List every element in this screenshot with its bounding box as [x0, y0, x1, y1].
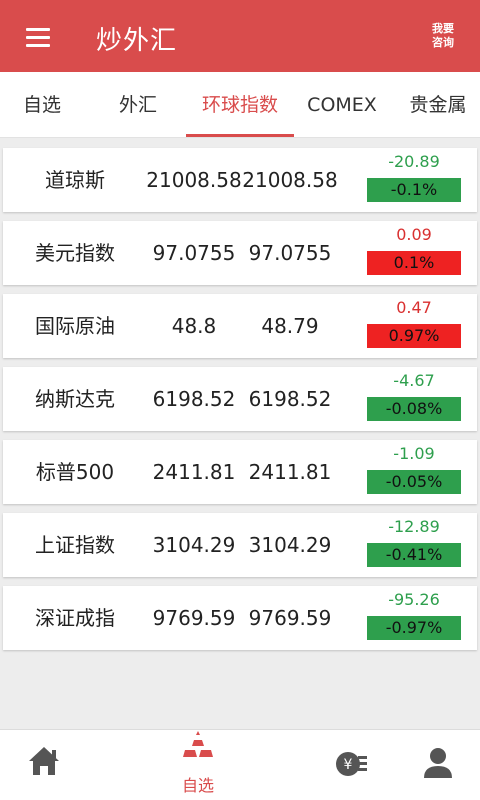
table-row[interactable]: 标普500 2411.81 2411.81 -1.09 -0.05%: [3, 440, 477, 504]
row-price-1: 3104.29: [152, 533, 236, 557]
table-row[interactable]: 纳斯达克 6198.52 6198.52 -4.67 -0.08%: [3, 367, 477, 431]
tab-bar: 自选 外汇 环球指数 COMEX 贵金属: [0, 72, 480, 138]
tab-active-indicator: [186, 134, 294, 137]
gold-bars-icon: [183, 731, 213, 757]
row-price-2: 2411.81: [248, 460, 332, 484]
consult-button[interactable]: 我要 咨询: [428, 22, 458, 50]
app-header: 炒外汇 我要 咨询: [0, 0, 480, 72]
svg-text:¥: ¥: [344, 757, 353, 773]
row-change: 0.09: [396, 225, 432, 244]
tab-forex[interactable]: 外汇: [100, 72, 176, 138]
row-percent-badge: -0.97%: [367, 616, 461, 640]
page-title: 炒外汇: [96, 26, 178, 56]
row-change: -4.67: [393, 371, 435, 390]
row-percent-badge: 0.1%: [367, 251, 461, 275]
home-icon: [29, 747, 59, 775]
row-percent-badge: 0.97%: [367, 324, 461, 348]
row-percent-badge: -0.05%: [367, 470, 461, 494]
table-row[interactable]: 道琼斯 21008.58 21008.58 -20.89 -0.1%: [3, 148, 477, 212]
bottom-nav: 自选 ¥: [0, 729, 480, 800]
row-change: -1.09: [393, 444, 435, 463]
table-row[interactable]: 美元指数 97.0755 97.0755 0.09 0.1%: [3, 221, 477, 285]
nav-home[interactable]: [16, 730, 72, 800]
user-icon: [424, 748, 452, 778]
row-price-2: 9769.59: [248, 606, 332, 630]
row-name: 纳斯达克: [35, 387, 115, 411]
row-price-2: 97.0755: [248, 241, 332, 265]
row-percent-badge: -0.08%: [367, 397, 461, 421]
nav-profile[interactable]: [410, 730, 466, 800]
row-price-1: 6198.52: [152, 387, 236, 411]
tab-watchlist[interactable]: 自选: [4, 72, 80, 138]
row-price-1: 97.0755: [152, 241, 236, 265]
row-name: 深证成指: [35, 606, 115, 630]
tab-precious-metals[interactable]: 贵金属: [398, 72, 478, 138]
tab-global-indices[interactable]: 环球指数: [186, 72, 294, 138]
row-name: 标普500: [35, 460, 115, 484]
row-price-2: 6198.52: [248, 387, 332, 411]
row-name: 国际原油: [35, 314, 115, 338]
consult-label-line2: 咨询: [432, 36, 454, 49]
row-price-1: 48.8: [171, 314, 217, 338]
row-name: 上证指数: [35, 533, 115, 557]
row-price-2: 21008.58: [242, 168, 338, 192]
row-name: 美元指数: [35, 241, 115, 265]
nav-watchlist-label: 自选: [181, 776, 214, 795]
consult-label-line1: 我要: [432, 22, 454, 35]
row-price-1: 9769.59: [152, 606, 236, 630]
menu-icon[interactable]: [14, 22, 60, 54]
row-change: -95.26: [388, 590, 440, 609]
row-percent-badge: -0.1%: [367, 178, 461, 202]
nav-finance[interactable]: ¥: [322, 730, 378, 800]
row-change: -20.89: [388, 152, 440, 171]
row-change: -12.89: [388, 517, 440, 536]
row-price-1: 21008.58: [146, 168, 242, 192]
yuan-coin-icon: ¥: [336, 752, 367, 776]
row-price-1: 2411.81: [152, 460, 236, 484]
row-name: 道琼斯: [45, 168, 105, 192]
row-change: 0.47: [396, 298, 432, 317]
row-price-2: 48.79: [261, 314, 319, 338]
table-row[interactable]: 国际原油 48.8 48.79 0.47 0.97%: [3, 294, 477, 358]
table-row[interactable]: 上证指数 3104.29 3104.29 -12.89 -0.41%: [3, 513, 477, 577]
row-percent-badge: -0.41%: [367, 543, 461, 567]
nav-watchlist[interactable]: 自选: [170, 730, 226, 800]
tab-comex[interactable]: COMEX: [300, 72, 384, 138]
row-price-2: 3104.29: [248, 533, 332, 557]
table-row[interactable]: 深证成指 9769.59 9769.59 -95.26 -0.97%: [3, 586, 477, 650]
